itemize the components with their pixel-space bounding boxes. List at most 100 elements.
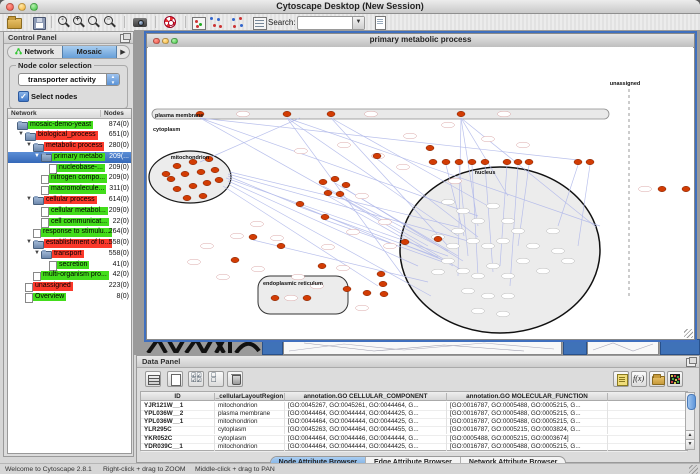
node-label-oval — [517, 142, 530, 148]
background-window-fragment[interactable] — [262, 339, 283, 355]
table-column-header[interactable]: annotation.GO CELLULAR_COMPONENT — [285, 393, 447, 401]
node-color-dropdown[interactable]: transporter activity ▲▼ — [18, 73, 120, 86]
tree-row[interactable]: unassigned223(0) — [8, 281, 131, 292]
trash-icon — [232, 375, 241, 385]
attribute-grid-button[interactable] — [145, 371, 161, 387]
delete-attribute-button[interactable] — [227, 371, 243, 387]
search-input[interactable]: ▼ — [297, 16, 365, 30]
node-label-oval — [457, 208, 470, 214]
tab-network[interactable]: Network — [8, 46, 62, 58]
attribute-matrix-button[interactable] — [667, 371, 683, 387]
network-node — [379, 281, 387, 286]
zoom-fit-icon: ▫ — [104, 16, 113, 25]
background-window-fragment[interactable] — [587, 339, 659, 355]
network-page-icon — [25, 293, 33, 303]
network-window-titlebar[interactable]: primary metabolic process — [147, 34, 694, 48]
zoom-fit-button[interactable]: ▫ — [102, 15, 118, 29]
table-scrollbar[interactable]: ▲ ▼ — [685, 392, 695, 450]
tree-expand-arrow-icon[interactable]: ▼ — [18, 131, 24, 137]
layout-b-button[interactable] — [229, 15, 245, 29]
toolbar-separator — [124, 16, 125, 28]
node-label-oval — [365, 111, 378, 117]
background-window-fragment[interactable] — [283, 339, 562, 355]
table-column-header[interactable]: annotation.GO MOLECULAR_FUNCTION — [447, 393, 608, 401]
tree-row[interactable]: secretion41(0) — [8, 260, 131, 271]
attribute-table-icon — [253, 17, 267, 30]
tree-item-label: transport — [52, 250, 84, 259]
tree-expand-arrow-icon[interactable]: ▼ — [26, 142, 32, 148]
save-session-button[interactable] — [31, 15, 47, 29]
tree-item-node-count: 22(0) — [113, 218, 129, 225]
tree-row[interactable]: cell communicat...22(0) — [8, 217, 131, 228]
zoom-out-button[interactable]: - — [56, 15, 72, 29]
background-window-fragment[interactable] — [563, 339, 587, 355]
open-file-button[interactable] — [6, 15, 22, 29]
tree-row[interactable]: nitrogen compo...209(0) — [8, 173, 131, 184]
window-resize-grip[interactable] — [689, 465, 698, 474]
layout-a-button[interactable] — [208, 15, 224, 29]
tree-row[interactable]: ▼cellular process614(0) — [8, 195, 131, 206]
tree-header: Network Nodes — [8, 109, 131, 119]
scrollbar-thumb[interactable] — [687, 394, 696, 410]
tree-item-label: biological_process — [36, 131, 98, 140]
tree-row[interactable]: cellular metabol...209(0) — [8, 206, 131, 217]
table-cell: mitochondrion — [215, 443, 285, 451]
node-label-oval — [639, 186, 652, 192]
table-column-header[interactable]: _cellularLayoutRegion — [215, 393, 285, 401]
annotation-note-button[interactable] — [613, 371, 629, 387]
float-panel-icon[interactable] — [686, 358, 696, 367]
select-nodes-checkbox[interactable]: ✓ — [18, 91, 29, 102]
tree-row[interactable]: multi-organism pro...42(0) — [8, 270, 131, 281]
tree-row[interactable]: ▼transport558(0) — [8, 249, 131, 260]
tree-row[interactable]: nucleobase-...209(0) — [8, 163, 131, 174]
control-panel: Control Panel Network Mosaic ▶ Node colo… — [3, 31, 134, 457]
network-canvas[interactable]: plasma membranecytoplasmmitochondrionnuc… — [148, 47, 693, 339]
table-column-header[interactable]: ID — [141, 393, 215, 401]
tree-row[interactable]: ▼primary metabo209(... — [8, 152, 131, 163]
tree-row[interactable]: ▼establishment of lo...558(0) — [8, 238, 131, 249]
tree-item-node-count: 8(0) — [117, 293, 129, 300]
tree-row[interactable]: ▼biological_process651(0) — [8, 130, 131, 141]
cytoscape-window: Cytoscape Desktop (New Session) - + ▫ — [0, 0, 700, 474]
new-attribute-button[interactable] — [167, 371, 183, 387]
zoom-selected-button[interactable] — [86, 15, 102, 29]
function-builder-button[interactable]: f(x) — [631, 371, 647, 387]
tree-row[interactable]: mosaic-demo-yeast874(0) — [8, 120, 131, 131]
network-node — [162, 171, 170, 176]
tree-expand-arrow-icon[interactable]: ▼ — [34, 153, 40, 159]
zoom-in-button[interactable]: + — [71, 15, 87, 29]
import-attributes-button[interactable] — [649, 371, 665, 387]
node-label-oval — [201, 243, 214, 249]
network-page-icon — [41, 186, 49, 196]
tab-scroll-arrow[interactable]: ▶ — [117, 46, 129, 58]
node-color-selection-group: Node color selection transporter activit… — [9, 65, 128, 109]
tree-expand-arrow-icon[interactable]: ▼ — [34, 250, 40, 256]
checkbox-grid-icon: ☑☑☑☑ — [191, 374, 202, 384]
search-dropdown-arrow[interactable]: ▼ — [352, 17, 364, 29]
network-overview-button[interactable] — [190, 15, 206, 29]
zoom-in-icon: + — [73, 16, 82, 25]
tree-row[interactable]: macromolecule...311(0) — [8, 184, 131, 195]
attribute-editor-button[interactable] — [251, 15, 267, 29]
annotation-button[interactable] — [372, 15, 388, 29]
background-window-fragment[interactable] — [660, 339, 700, 355]
tree-expand-arrow-icon[interactable]: ▼ — [26, 239, 32, 245]
scroll-down-button[interactable]: ▼ — [686, 439, 694, 449]
network-page-icon — [41, 207, 49, 217]
tree-row[interactable]: response to stimulu...264(0) — [8, 227, 131, 238]
tree-row[interactable]: ▼metabolic process280(0) — [8, 141, 131, 152]
tab-mosaic[interactable]: Mosaic — [62, 46, 118, 58]
window-resize-grip[interactable] — [684, 329, 693, 338]
tree-expand-arrow-icon[interactable]: ▼ — [26, 196, 32, 202]
network-node — [277, 243, 285, 248]
help-button[interactable] — [162, 15, 178, 29]
unselect-attributes-button[interactable]: ☐☐ — [208, 371, 224, 387]
tree-row[interactable]: Overview8(0) — [8, 292, 131, 303]
network-node — [199, 193, 207, 198]
dropdown-stepper-icon[interactable]: ▲▼ — [106, 74, 119, 85]
select-attributes-button[interactable]: ☑☑☑☑ — [188, 371, 204, 387]
note-icon — [617, 374, 628, 386]
float-panel-icon[interactable] — [120, 34, 130, 43]
tree-item-label: macromolecule... — [49, 185, 106, 194]
snapshot-button[interactable] — [132, 15, 148, 29]
